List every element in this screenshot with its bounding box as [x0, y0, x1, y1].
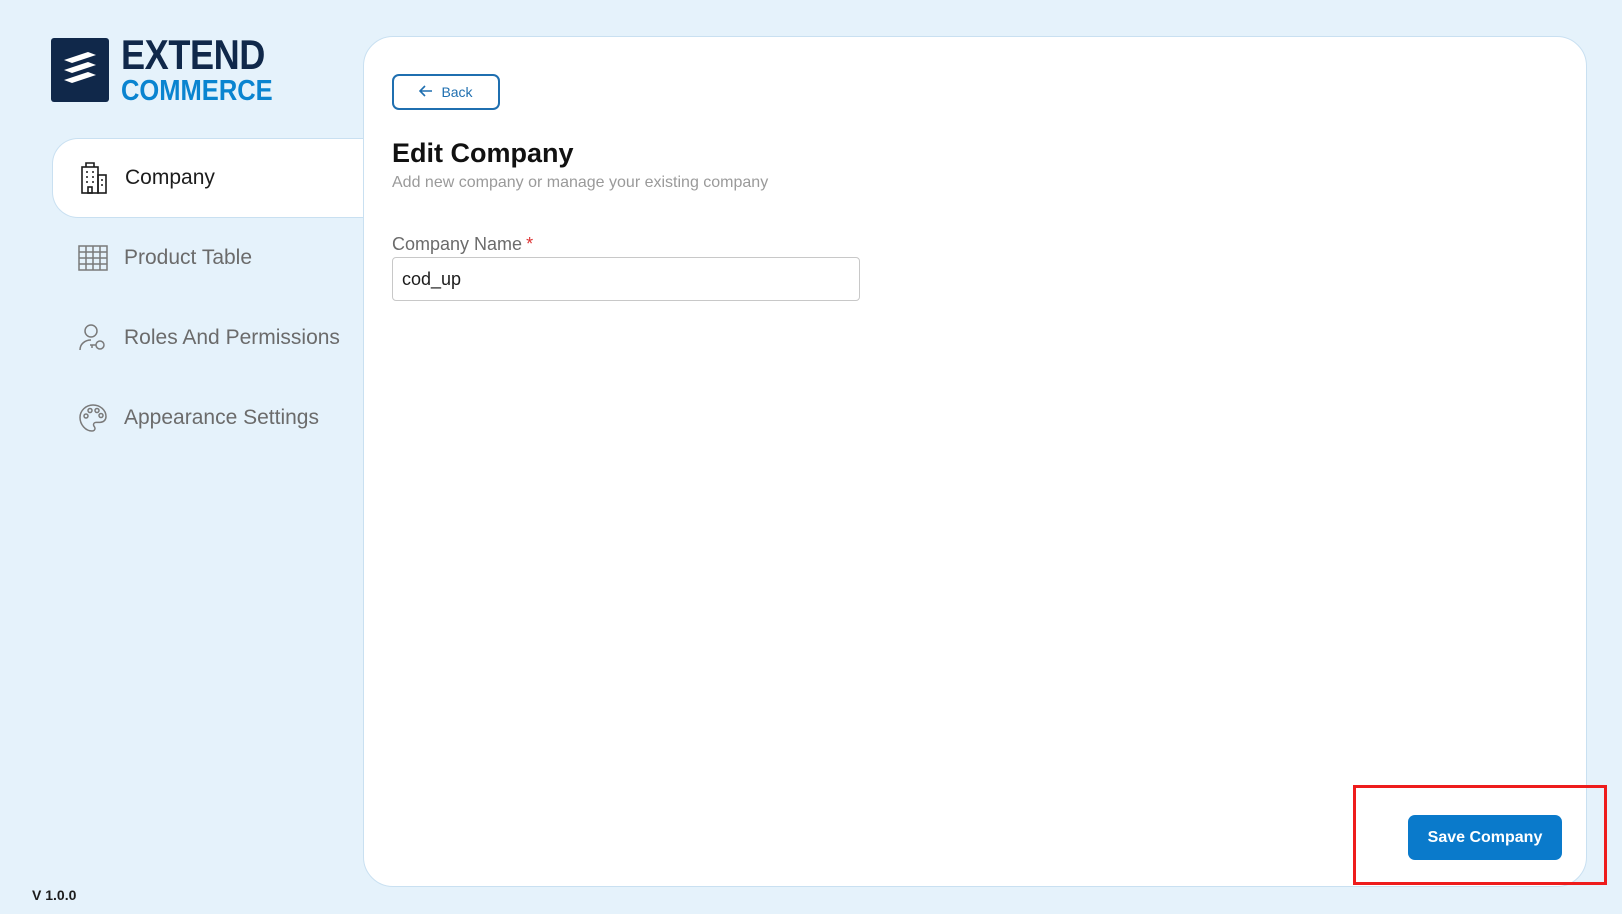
- logo-wordmark: EXTEND COMMERCE: [121, 34, 293, 106]
- arrow-left-icon: [419, 84, 433, 100]
- user-key-icon: [76, 321, 110, 355]
- logo-line-1: EXTEND: [121, 31, 265, 78]
- app-version: V 1.0.0: [32, 887, 77, 903]
- sidebar-item-label: Roles And Permissions: [124, 326, 340, 349]
- page-title: Edit Company: [392, 138, 574, 168]
- app-root: EXTEND COMMERCE Company Product Table Ro…: [0, 0, 1622, 914]
- sidebar-item-company[interactable]: Company: [52, 138, 368, 218]
- sidebar-item-label: Product Table: [124, 246, 253, 269]
- company-name-label-text: Company Name: [392, 234, 523, 254]
- logo-mark-icon: [51, 38, 109, 102]
- back-button[interactable]: Back: [392, 74, 500, 110]
- sidebar-item-product-table[interactable]: Product Table: [52, 218, 366, 298]
- save-company-button[interactable]: Save Company: [1408, 815, 1562, 860]
- sidebar-item-roles-permissions[interactable]: Roles And Permissions: [52, 298, 366, 378]
- company-name-input[interactable]: [392, 257, 860, 301]
- sidebar-item-appearance-settings[interactable]: Appearance Settings: [52, 378, 366, 458]
- required-mark: *: [526, 234, 534, 254]
- company-name-label: Company Name *: [392, 234, 533, 255]
- logo-line-2: COMMERCE: [121, 75, 273, 107]
- sidebar-nav: Company Product Table Roles And Permissi…: [0, 138, 368, 458]
- back-button-label: Back: [441, 84, 473, 100]
- sidebar-item-label: Company: [125, 166, 215, 189]
- page-subtitle: Add new company or manage your existing …: [392, 174, 769, 191]
- sidebar-item-label: Appearance Settings: [124, 406, 319, 429]
- brand-logo: EXTEND COMMERCE: [51, 34, 293, 106]
- building-icon: [77, 161, 111, 195]
- palette-icon: [76, 401, 110, 435]
- main-panel: Back Edit Company Add new company or man…: [363, 36, 1587, 887]
- table-icon: [76, 241, 110, 275]
